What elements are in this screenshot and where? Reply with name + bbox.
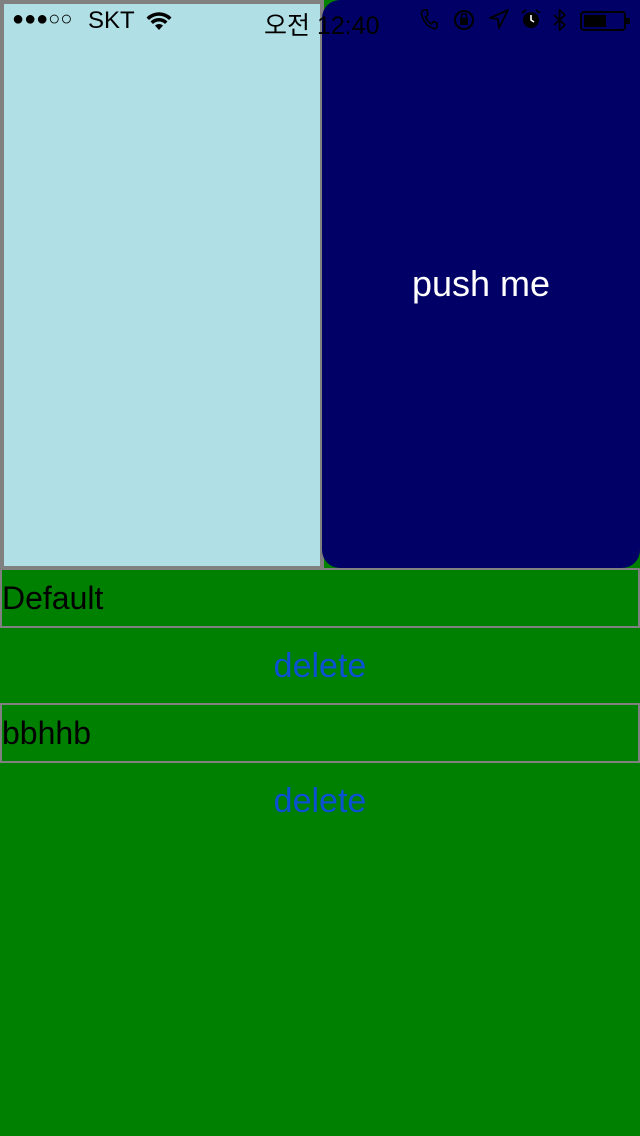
push-me-label: push me [411, 263, 551, 304]
push-me-button[interactable]: push me [322, 0, 640, 568]
location-icon [488, 8, 510, 37]
orientation-lock-icon [452, 8, 476, 39]
left-panel [0, 0, 324, 570]
signal-strength-indicator: ●●●○○ [12, 8, 73, 30]
delete-button[interactable]: delete [0, 636, 640, 696]
app-screen: push me ●●●○○ SKT 오전 12:40 Default delet… [0, 0, 640, 1136]
list-item-text: bbhhb [2, 715, 91, 751]
phone-icon [420, 8, 438, 37]
bluetooth-icon [552, 8, 568, 39]
wifi-icon [146, 10, 172, 38]
status-time: 오전 12:40 [264, 12, 380, 40]
list-item-text: Default [2, 580, 104, 616]
carrier-name: SKT [88, 7, 135, 34]
status-bar: ●●●○○ SKT 오전 12:40 [0, 0, 640, 40]
list-item-text-field[interactable]: Default [0, 568, 640, 628]
alarm-icon [520, 8, 542, 37]
delete-button[interactable]: delete [0, 771, 640, 831]
list-item-text-field[interactable]: bbhhb [0, 703, 640, 763]
battery-icon [580, 10, 632, 39]
